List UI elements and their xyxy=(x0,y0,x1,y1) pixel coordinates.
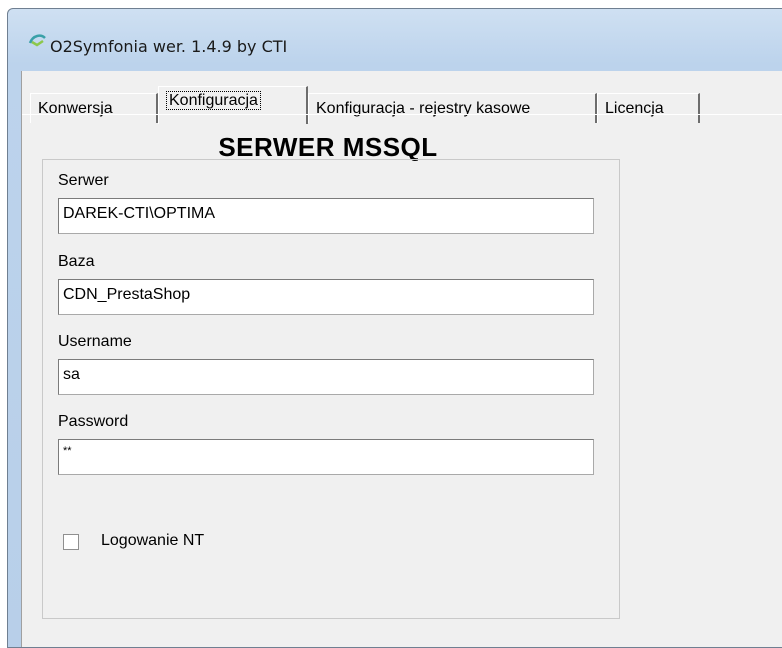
serwer-input[interactable]: DAREK-CTI\OPTIMA xyxy=(58,198,594,234)
tab-label: Konfiguracja xyxy=(166,91,261,110)
username-label: Username xyxy=(58,333,132,350)
password-input[interactable]: ** xyxy=(58,439,594,475)
baza-label: Baza xyxy=(58,253,95,270)
logowanie-nt-label: Logowanie NT xyxy=(101,532,205,549)
baza-input[interactable]: CDN_PrestaShop xyxy=(58,279,594,315)
logowanie-nt-checkbox[interactable] xyxy=(63,534,79,550)
title-bar[interactable]: O2Symfonia wer. 1.4.9 by CTI xyxy=(8,9,782,71)
app-icon xyxy=(28,34,46,47)
window-title: O2Symfonia wer. 1.4.9 by CTI xyxy=(50,37,288,56)
tab-strip: Konwersja Konfiguracja Konfiguracja - re… xyxy=(22,81,782,124)
username-input[interactable]: sa xyxy=(58,359,594,395)
app-window: O2Symfonia wer. 1.4.9 by CTI Konwersja K… xyxy=(7,8,782,648)
tab-page-konfiguracja: SERWER MSSQL Serwer DAREK-CTI\OPTIMA Baz… xyxy=(22,114,782,647)
client-area: Konwersja Konfiguracja Konfiguracja - re… xyxy=(21,71,782,647)
password-label: Password xyxy=(58,413,129,430)
serwer-label: Serwer xyxy=(58,172,109,189)
